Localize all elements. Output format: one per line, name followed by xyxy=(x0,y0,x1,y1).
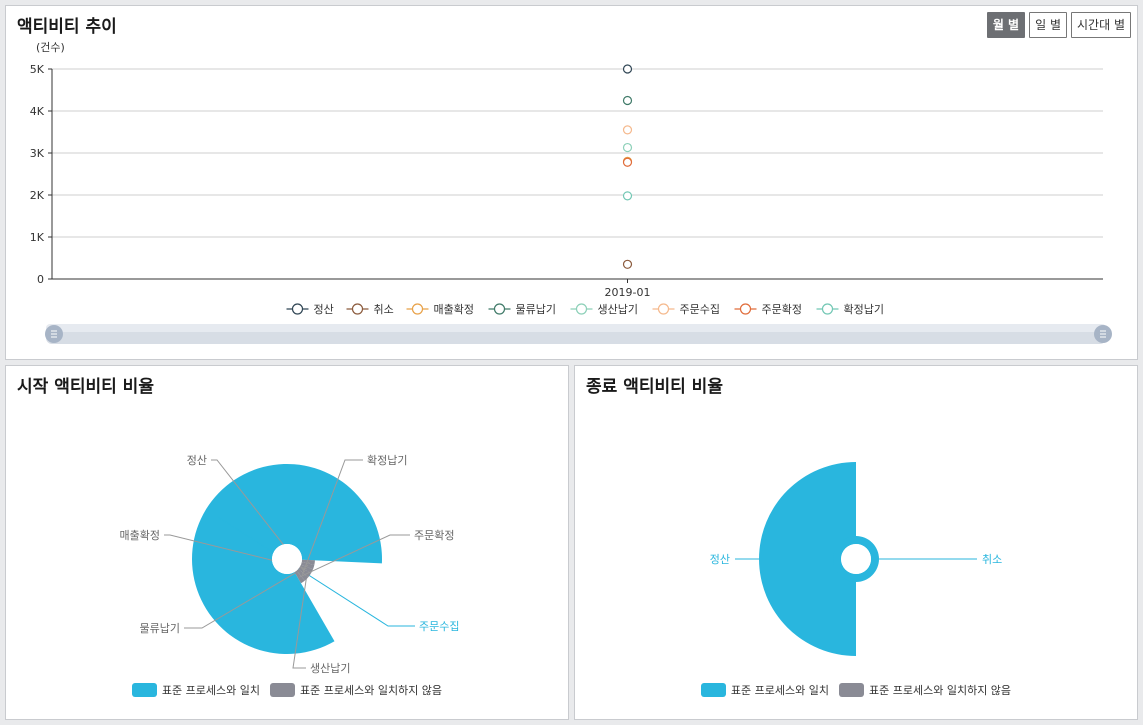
y-tick-label: 5K xyxy=(30,63,45,76)
legend-marker-매출확정[interactable] xyxy=(411,303,424,315)
zoom-handle-left[interactable] xyxy=(45,325,63,343)
legend-label-매출확정[interactable]: 매출확정 xyxy=(434,303,474,316)
legend-item-match[interactable]: 표준 프로세스와 일치 xyxy=(131,682,260,698)
start-legend: 표준 프로세스와 일치 표준 프로세스와 일치하지 않음 xyxy=(6,682,568,698)
legend-marker-정산[interactable] xyxy=(291,303,304,315)
data-point-주문수집[interactable] xyxy=(622,125,633,135)
legend-marker-생산납기[interactable] xyxy=(575,303,588,315)
data-point-정산[interactable] xyxy=(622,64,633,74)
legend-item-mismatch[interactable]: 표준 프로세스와 일치하지 않음 xyxy=(270,682,442,698)
slice-label-주문수집: 주문수집 xyxy=(419,620,459,633)
slice-label-매출확정: 매출확정 xyxy=(120,529,160,542)
activity-trend-panel: 액티비티 추이 월 별 일 별 시간대 별 (건수) 0 1K 2K 3K 4K 5K 201… xyxy=(5,5,1138,360)
slice-label-정산: 정산 xyxy=(187,454,207,467)
y-tick-label: 2K xyxy=(30,189,45,202)
y-tick-label: 3K xyxy=(30,147,45,160)
zoom-handle-right[interactable] xyxy=(1094,325,1112,343)
legend-swatch-mismatch xyxy=(839,683,864,697)
legend-marker-주문수집[interactable] xyxy=(657,303,670,315)
slice-label-확정납기: 확정납기 xyxy=(367,454,407,467)
legend-label-mismatch: 표준 프로세스와 일치하지 않음 xyxy=(300,684,443,697)
pie-center-hole xyxy=(841,544,871,574)
legend-label-물류납기[interactable]: 물류납기 xyxy=(516,303,556,316)
slice-label-주문확정: 주문확정 xyxy=(414,529,454,542)
trend-chart: (건수) 0 1K 2K 3K 4K 5K 2019-01 정산 취소 매출확정 물류납기 생산납기 주문… xyxy=(30,41,1112,344)
legend-marker-취소[interactable] xyxy=(351,303,364,315)
legend-label-주문수집[interactable]: 주문수집 xyxy=(680,303,720,316)
pie-center-hole xyxy=(272,544,302,574)
legend-marker-물류납기[interactable] xyxy=(493,303,506,315)
slice-label-취소: 취소 xyxy=(982,553,1002,566)
legend-label-확정납기[interactable]: 확정납기 xyxy=(844,303,884,316)
x-tick-label: 2019-01 xyxy=(605,286,651,299)
legend-marker-주문확정[interactable] xyxy=(739,303,752,315)
data-point-확정납기[interactable] xyxy=(622,191,633,201)
y-tick-label: 0 xyxy=(37,273,44,286)
end-activity-panel: 종료 액티비티 비율 정산 취소 표준 프로세스와 일치 표준 프로세스와 일치하… xyxy=(574,365,1138,720)
legend-label-match: 표준 프로세스와 일치 xyxy=(161,684,260,697)
legend-swatch-match xyxy=(131,683,157,697)
y-tick-label: 1K xyxy=(30,231,45,244)
y-axis-label: (건수) xyxy=(36,41,65,54)
y-tick-label: 4K xyxy=(30,105,45,118)
legend-label-취소[interactable]: 취소 xyxy=(374,303,394,316)
end-legend: 표준 프로세스와 일치 표준 프로세스와 일치하지 않음 xyxy=(575,682,1137,698)
legend-item-match[interactable]: 표준 프로세스와 일치 xyxy=(700,682,829,698)
legend-label-정산[interactable]: 정산 xyxy=(314,303,334,316)
slice-label-생산납기: 생산납기 xyxy=(310,662,350,675)
legend-label-주문확정[interactable]: 주문확정 xyxy=(762,303,802,316)
legend-label-match: 표준 프로세스와 일치 xyxy=(730,684,829,697)
data-point-주문확정[interactable] xyxy=(622,157,633,167)
slice-label-물류납기: 물류납기 xyxy=(140,622,180,635)
start-pie-chart: 주문수집생산납기 물류납기 매출확정 정산 확정납기주문확정 xyxy=(120,454,460,675)
legend-label-mismatch: 표준 프로세스와 일치하지 않음 xyxy=(869,684,1012,697)
data-point-물류납기[interactable] xyxy=(622,95,633,106)
zoom-slider-highlight xyxy=(46,324,1106,332)
data-point-취소[interactable] xyxy=(622,259,633,269)
end-pie-chart: 정산 취소 xyxy=(710,462,1002,656)
legend-marker-확정납기[interactable] xyxy=(821,303,834,315)
slice-label-정산: 정산 xyxy=(710,553,730,566)
legend-swatch-mismatch xyxy=(270,683,295,697)
data-point-생산납기[interactable] xyxy=(622,142,633,153)
legend-swatch-match xyxy=(700,683,726,697)
start-activity-panel: 시작 액티비티 비율 주문수집 생산납기 물류납기 매출확정 정산 확정납기 주문확정 표준… xyxy=(5,365,569,720)
legend-label-생산납기[interactable]: 생산납기 xyxy=(598,303,638,316)
legend-item-mismatch[interactable]: 표준 프로세스와 일치하지 않음 xyxy=(839,682,1011,698)
